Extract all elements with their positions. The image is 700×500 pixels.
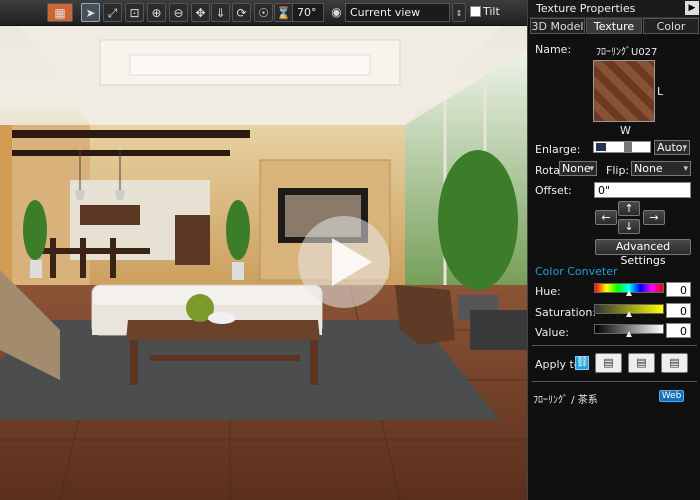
apply-same-icon: ▤: [636, 356, 647, 369]
saturation-input[interactable]: 0: [666, 303, 691, 318]
value-label: Value:: [535, 326, 569, 339]
tab-texture[interactable]: Texture: [586, 18, 642, 34]
value-slider-thumb[interactable]: [626, 331, 632, 337]
panel-header: Texture Properties ▶: [528, 0, 700, 18]
enlarge-label: Enlarge:: [535, 143, 581, 156]
offset-right-button[interactable]: →: [643, 210, 665, 225]
web-button[interactable]: Web: [659, 390, 684, 402]
view-select[interactable]: Current view: [345, 3, 450, 22]
flip-select[interactable]: None: [631, 161, 691, 176]
name-label: Name:: [535, 43, 572, 56]
panel-collapse-icon[interactable]: ▶: [685, 1, 699, 15]
zoom-region-icon[interactable]: ⊡: [125, 3, 144, 22]
fov-icon[interactable]: ⌛: [274, 3, 293, 22]
divider: [532, 345, 697, 346]
link-icon[interactable]: ⛓: [575, 356, 589, 370]
fov-select[interactable]: 70°: [292, 3, 324, 22]
3d-viewport[interactable]: ▦ ➤ ⤢ ⊡ ⊕ ⊖ ✥ ⇓ ⟳ ☉ ⌛ 70° ◉ Current view…: [0, 0, 527, 500]
rotate-icon[interactable]: ⟳: [232, 3, 251, 22]
tab-3d-model[interactable]: 3D Model: [530, 18, 585, 34]
view-toolbar: ▦ ➤ ⤢ ⊡ ⊕ ⊖ ✥ ⇓ ⟳ ☉ ⌛ 70° ◉ Current view…: [0, 0, 527, 26]
saturation-slider-thumb[interactable]: [626, 311, 632, 317]
view-spinner[interactable]: ⇕: [452, 3, 466, 22]
enlarge-mode-select[interactable]: Auto:: [654, 140, 690, 155]
move-down-icon[interactable]: ⇓: [211, 3, 230, 22]
panel-title: Texture Properties: [536, 2, 636, 15]
hue-label: Hue:: [535, 285, 561, 298]
apply-all-icon: ▤: [669, 356, 680, 369]
zoom-fit-icon[interactable]: ⤢: [103, 3, 122, 22]
hue-input[interactable]: 0: [666, 282, 691, 297]
offset-left-button[interactable]: ←: [595, 210, 617, 225]
tilt-checkbox[interactable]: [470, 6, 481, 17]
apply-same-button[interactable]: ▤: [628, 353, 655, 373]
advanced-settings-button[interactable]: Advanced Settings: [595, 239, 691, 267]
material-name: ﾌﾛｰﾘﾝｸﾞ / 茶系: [533, 395, 598, 406]
offset-up-button[interactable]: ↑: [618, 201, 640, 216]
texture-properties-panel: Texture Properties ▶ 3D Model Texture Co…: [527, 0, 700, 500]
offset-down-button[interactable]: ↓: [618, 219, 640, 234]
apply-all-button[interactable]: ▤: [661, 353, 688, 373]
size-w-label: W: [620, 124, 631, 137]
pan-icon[interactable]: ✥: [191, 3, 210, 22]
size-l-label: L: [657, 85, 664, 98]
rotate-select[interactable]: None: [559, 161, 597, 176]
apply-single-button[interactable]: ▤: [595, 353, 622, 373]
select-pointer-icon[interactable]: ➤: [81, 3, 100, 22]
enlarge-slider[interactable]: [593, 141, 651, 153]
texture-preview[interactable]: [593, 60, 655, 122]
divider: [532, 381, 697, 382]
tab-color[interactable]: Color: [643, 18, 699, 34]
tilt-label: Tilt: [483, 5, 500, 18]
offset-label: Offset:: [535, 184, 572, 197]
zoom-in-icon[interactable]: ⊕: [147, 3, 166, 22]
flip-label: Flip:: [606, 164, 630, 177]
offset-input[interactable]: 0": [594, 182, 691, 198]
value-input[interactable]: 0: [666, 323, 691, 338]
saturation-label: Saturation:: [535, 306, 597, 319]
walk-icon[interactable]: ☉: [254, 3, 273, 22]
apply-single-icon: ▤: [603, 356, 614, 369]
render-menu-icon[interactable]: ▦: [47, 3, 73, 22]
camera-icon: ◉: [331, 5, 342, 19]
hue-slider-thumb[interactable]: [626, 290, 632, 296]
zoom-out-icon[interactable]: ⊖: [169, 3, 188, 22]
name-value: ﾌﾛｰﾘﾝｸﾞU027: [596, 47, 658, 58]
color-converter-heading: Color Conveter: [535, 265, 618, 278]
interior-scene: [0, 0, 527, 500]
